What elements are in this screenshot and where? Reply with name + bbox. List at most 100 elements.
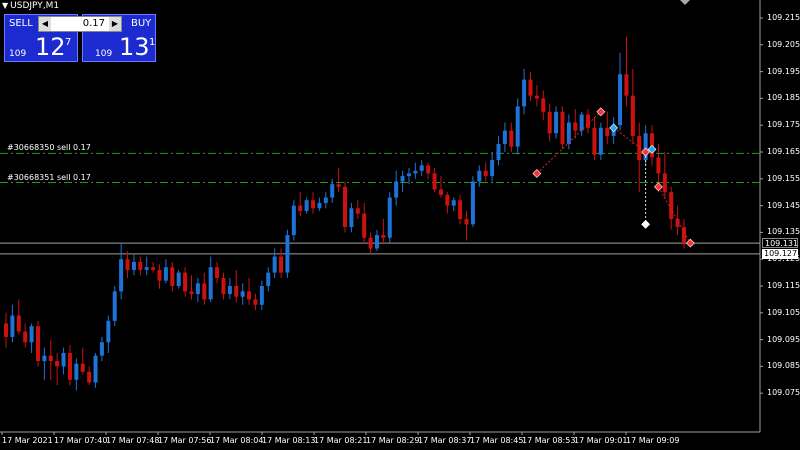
- price-axis-label: 109.215: [767, 13, 800, 22]
- candle-body: [534, 95, 539, 99]
- candle: [266, 267, 271, 292]
- price-axis-label: 109.105: [767, 307, 800, 317]
- chart-shift-triangle-icon[interactable]: [680, 0, 690, 5]
- candle-body: [362, 213, 367, 238]
- candle-body: [74, 363, 79, 380]
- candle: [643, 125, 648, 166]
- candle: [618, 52, 623, 131]
- candle: [87, 366, 92, 386]
- candle-body: [317, 202, 322, 209]
- lot-size-input[interactable]: ◀ 0.17 ▶: [38, 16, 122, 32]
- candle-body: [381, 235, 386, 238]
- candle-body: [189, 291, 194, 295]
- candle: [221, 272, 226, 300]
- candle: [490, 152, 495, 182]
- candle: [93, 353, 98, 388]
- price-axis-label: 109.205: [767, 39, 800, 49]
- candle: [394, 170, 399, 206]
- candle: [10, 304, 15, 343]
- candle-body: [247, 291, 252, 300]
- candle: [131, 253, 136, 276]
- candle-body: [151, 267, 156, 270]
- candle: [138, 256, 143, 276]
- candle: [55, 353, 60, 386]
- candle: [343, 181, 347, 233]
- price-axis-label: 109.115: [767, 281, 800, 290]
- axes-layer: [0, 0, 763, 435]
- candle: [419, 160, 424, 177]
- candle-body: [208, 267, 213, 300]
- candle-body: [138, 261, 143, 270]
- candle: [330, 178, 335, 203]
- candle-body: [560, 111, 565, 144]
- candle-body: [35, 326, 40, 362]
- candle: [458, 194, 463, 225]
- buy-price-main: 13: [119, 33, 150, 61]
- candle: [311, 192, 316, 214]
- order-line-label[interactable]: #30668350 sell 0.17: [7, 143, 91, 152]
- time-axis-label: 17 Mar 08:04: [210, 436, 264, 445]
- candle-body: [477, 170, 482, 182]
- candle-body: [279, 256, 284, 273]
- candle-body: [4, 323, 8, 337]
- time-axis-label: 17 Mar 09:09: [626, 436, 680, 445]
- trade-arrow-icon: [641, 219, 651, 229]
- candle-body: [131, 261, 136, 270]
- order-line-label[interactable]: #30668351 sell 0.17: [7, 173, 91, 182]
- candle-body: [311, 200, 316, 209]
- candle-body: [490, 160, 495, 177]
- candle: [189, 275, 194, 300]
- candle-body: [502, 130, 507, 144]
- candle: [387, 192, 392, 244]
- time-axis-label: 17 Mar 07:56: [158, 436, 212, 445]
- candle-body: [387, 197, 392, 238]
- candle-body: [406, 173, 411, 177]
- candle: [61, 347, 66, 375]
- candle-body: [374, 235, 379, 249]
- candle: [279, 248, 284, 278]
- candle-body: [438, 189, 443, 195]
- candle-body: [496, 143, 501, 161]
- candle-body: [323, 197, 328, 203]
- lot-decrease-icon[interactable]: ◀: [39, 17, 51, 31]
- sell-price-point: 7: [65, 37, 72, 48]
- candle: [317, 197, 322, 211]
- candle: [170, 261, 175, 292]
- candle-body: [445, 194, 450, 206]
- candle: [522, 68, 527, 115]
- dropdown-triangle-icon[interactable]: ▼: [2, 1, 8, 10]
- candle: [272, 248, 277, 278]
- candle: [16, 299, 21, 335]
- candle: [406, 168, 411, 185]
- candle: [106, 315, 111, 353]
- candle-body: [266, 272, 271, 286]
- buy-price-prefix: 109: [95, 49, 113, 59]
- candle: [592, 117, 597, 161]
- candle-body: [119, 259, 124, 292]
- time-axis-label: 17 Mar 08:13: [262, 436, 316, 445]
- price-axis-label: 109.185: [767, 93, 800, 103]
- candle-body: [259, 286, 264, 305]
- lot-increase-icon[interactable]: ▶: [109, 17, 121, 31]
- candle-body: [99, 342, 104, 356]
- candle: [496, 135, 501, 166]
- candle: [669, 186, 674, 230]
- candle: [477, 165, 482, 187]
- candle: [291, 200, 296, 241]
- candle-body: [394, 181, 399, 198]
- candle: [323, 192, 328, 209]
- candle-body: [605, 127, 610, 136]
- candle: [662, 152, 667, 198]
- candle: [374, 229, 379, 252]
- candle: [432, 168, 437, 193]
- candle-body: [464, 219, 469, 225]
- candle: [637, 122, 642, 193]
- price-axis-label: 109.175: [767, 120, 800, 130]
- candle-body: [566, 122, 571, 144]
- candle-body: [554, 111, 559, 134]
- one-click-trading-panel: SELL 109 12 7 BUY 109 13 1 ◀ 0.17 ▶: [4, 14, 156, 62]
- candle-body: [106, 320, 111, 343]
- candle-body: [163, 267, 168, 281]
- price-axis-label: 109.155: [767, 173, 800, 183]
- candle: [547, 103, 552, 142]
